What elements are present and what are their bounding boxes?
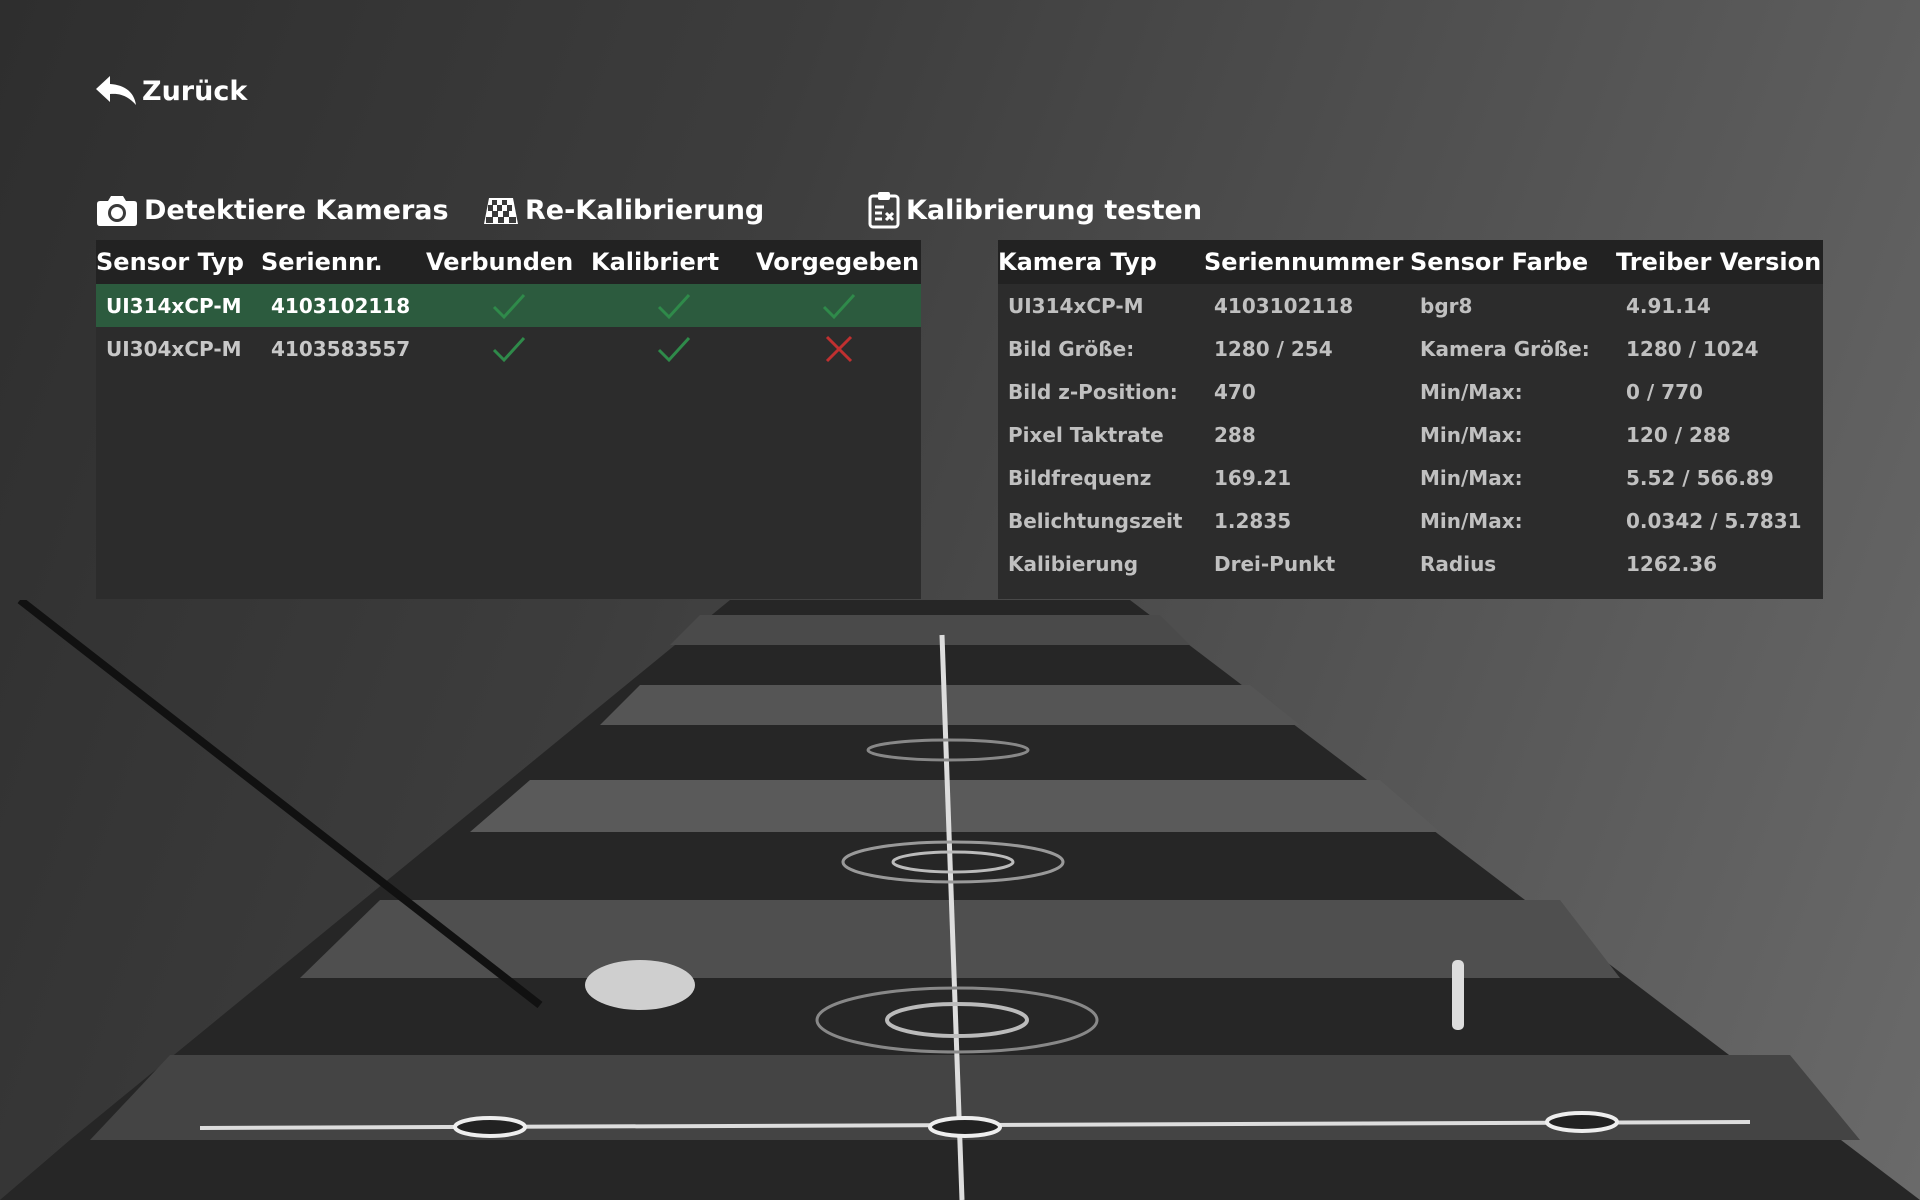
column-header-connected: Verbunden — [426, 248, 574, 276]
column-header-camera-type: Kamera Typ — [998, 248, 1157, 276]
serial-cell: 4103583557 — [271, 336, 411, 361]
back-arrow-icon — [96, 76, 136, 105]
info-cell: 5.52 / 566.89 — [1626, 465, 1774, 490]
sensor-row[interactable]: UI314xCP-M 4103102118 — [96, 284, 921, 327]
info-cell: Kalibierung — [1008, 551, 1139, 576]
recalibration-button[interactable]: Re-Kalibrierung — [483, 190, 764, 230]
sensor-type-cell: UI314xCP-M — [106, 293, 242, 318]
info-cell: 120 / 288 — [1626, 422, 1731, 447]
camera-info-header: Kamera Typ Seriennummer Sensor Farbe Tre… — [998, 240, 1823, 284]
column-header-serial: Seriennr. — [261, 248, 383, 276]
info-cell: Bild Größe: — [1008, 336, 1135, 361]
info-cell: Pixel Taktrate — [1008, 422, 1164, 447]
detect-cameras-label: Detektiere Kameras — [144, 194, 449, 226]
camera-preview — [0, 600, 1920, 1200]
recalibration-label: Re-Kalibrierung — [525, 194, 765, 226]
info-cell: 0.0342 / 5.7831 — [1626, 508, 1802, 533]
info-cell: Radius — [1420, 551, 1497, 576]
info-cell: bgr8 — [1420, 293, 1473, 318]
column-header-serial-number: Seriennummer — [1204, 248, 1404, 276]
test-calibration-label: Kalibrierung testen — [906, 194, 1203, 226]
info-cell: 1262.36 — [1626, 551, 1718, 576]
sensor-table-header: Sensor Typ Seriennr. Verbunden Kalibrier… — [96, 240, 921, 284]
camera-info-table: Kamera Typ Seriennummer Sensor Farbe Tre… — [998, 240, 1823, 599]
check-icon — [426, 335, 591, 363]
check-icon — [756, 292, 921, 320]
info-cell: UI314xCP-M — [1008, 293, 1144, 318]
info-row: Pixel Taktrate 288 Min/Max: 120 / 288 — [998, 413, 1823, 456]
app-root: Zurück Detektiere Kameras Re-Kalibrierun… — [0, 0, 1920, 1200]
detect-cameras-button[interactable]: Detektiere Kameras — [96, 190, 449, 230]
info-cell: 169.21 — [1214, 465, 1292, 490]
info-cell: 1280 / 1024 — [1626, 336, 1759, 361]
column-header-calibrated: Kalibriert — [591, 248, 720, 276]
test-calibration-button[interactable]: Kalibrierung testen — [868, 190, 1202, 230]
info-cell: Drei-Punkt — [1214, 551, 1336, 576]
column-header-driver-version: Treiber Version — [1616, 248, 1822, 276]
info-cell: 288 — [1214, 422, 1256, 447]
info-row: Bild z-Position: 470 Min/Max: 0 / 770 — [998, 370, 1823, 413]
info-cell: 4.91.14 — [1626, 293, 1711, 318]
clipboard-check-icon — [868, 192, 900, 229]
info-row: UI314xCP-M 4103102118 bgr8 4.91.14 — [998, 284, 1823, 327]
column-header-sensor-type: Sensor Typ — [96, 248, 244, 276]
info-row: Kalibierung Drei-Punkt Radius 1262.36 — [998, 542, 1823, 585]
sensor-type-cell: UI304xCP-M — [106, 336, 242, 361]
info-cell: 0 / 770 — [1626, 379, 1703, 404]
check-icon — [591, 292, 756, 320]
sensor-table: Sensor Typ Seriennr. Verbunden Kalibrier… — [96, 240, 921, 599]
camera-icon — [97, 196, 137, 226]
info-cell: Bild z-Position: — [1008, 379, 1178, 404]
back-button[interactable]: Zurück — [94, 74, 247, 108]
info-cell: Belichtungszeit — [1008, 508, 1183, 533]
back-label: Zurück — [142, 75, 248, 107]
serial-cell: 4103102118 — [271, 293, 411, 318]
cross-icon — [756, 334, 921, 364]
info-row: Bildfrequenz 169.21 Min/Max: 5.52 / 566.… — [998, 456, 1823, 499]
info-cell: Bildfrequenz — [1008, 465, 1152, 490]
info-cell: Kamera Größe: — [1420, 336, 1590, 361]
info-cell: 470 — [1214, 379, 1256, 404]
info-row: Belichtungszeit 1.2835 Min/Max: 0.0342 /… — [998, 499, 1823, 542]
check-icon — [591, 335, 756, 363]
info-cell: Min/Max: — [1420, 422, 1523, 447]
column-header-sensor-color: Sensor Farbe — [1410, 248, 1589, 276]
info-row: Bild Größe: 1280 / 254 Kamera Größe: 128… — [998, 327, 1823, 370]
info-cell: Min/Max: — [1420, 508, 1523, 533]
column-header-default: Vorgegeben — [756, 248, 920, 276]
sensor-row[interactable]: UI304xCP-M 4103583557 — [96, 327, 921, 370]
info-cell: 1.2835 — [1214, 508, 1292, 533]
checkerboard-icon — [484, 198, 518, 224]
info-cell: Min/Max: — [1420, 379, 1523, 404]
info-cell: Min/Max: — [1420, 465, 1523, 490]
info-cell: 4103102118 — [1214, 293, 1354, 318]
info-cell: 1280 / 254 — [1214, 336, 1333, 361]
check-icon — [426, 292, 591, 320]
